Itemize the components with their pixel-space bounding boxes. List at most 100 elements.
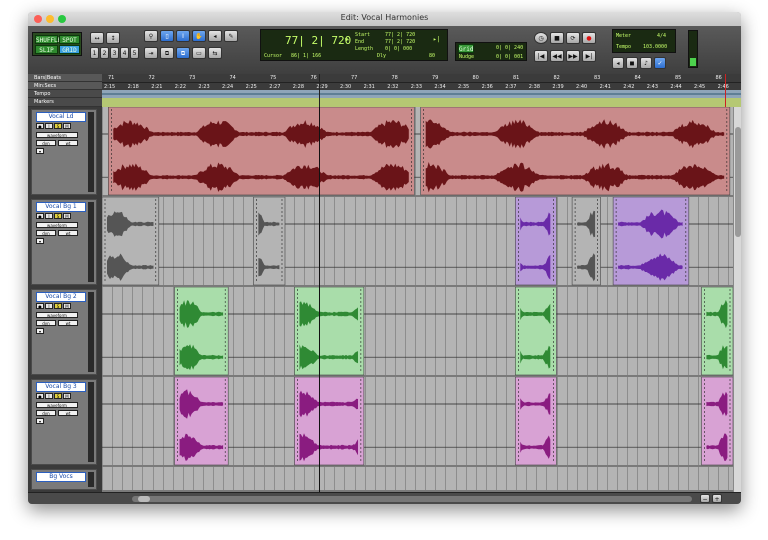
playlist-selector[interactable]: ▾ xyxy=(36,238,44,244)
track-name[interactable]: Vocal Ld xyxy=(36,112,86,122)
pencil-tool-button[interactable]: ✎ xyxy=(224,30,238,42)
view-selector[interactable]: waveform xyxy=(36,312,78,318)
spot-mode-button[interactable]: SPOT xyxy=(59,35,80,44)
automation-mode-selector[interactable]: wt xyxy=(58,320,78,326)
grid-value[interactable]: 0| 0| 240 xyxy=(496,45,523,51)
input-monitor-button[interactable]: I xyxy=(45,213,53,219)
countoff-button[interactable]: ◂ xyxy=(612,57,624,69)
track-lane[interactable] xyxy=(102,467,733,492)
automation-mode-selector[interactable]: wt xyxy=(58,140,78,146)
input-monitor-button[interactable]: I xyxy=(45,393,53,399)
bars-beats-ruler[interactable]: 71 72 73 74 75 76 77 78 79 80 81 82 83 84 85 86 xyxy=(102,74,741,82)
playlist-selector[interactable]: ▾ xyxy=(36,148,44,154)
start-value[interactable]: 77| 2| 720 xyxy=(385,32,415,38)
bars-beats-ruler-label[interactable]: Bars|Beats xyxy=(28,74,102,82)
track-lane[interactable] xyxy=(102,377,733,467)
view-selector[interactable]: waveform xyxy=(36,132,78,138)
conductor-button[interactable]: ♪ xyxy=(640,57,652,69)
pre-post-roll-icon[interactable]: ▸| xyxy=(433,36,440,43)
tempo-value[interactable]: 103.0000 xyxy=(643,44,667,50)
vertical-scroll-thumb[interactable] xyxy=(735,127,741,237)
track-lane[interactable] xyxy=(102,107,733,197)
solo-button[interactable]: S xyxy=(54,393,62,399)
zoom-in-horizontal-button[interactable]: + xyxy=(712,494,722,503)
record-enable-button[interactable]: ● xyxy=(36,393,44,399)
fast-forward-button[interactable]: ▶▶ xyxy=(566,50,580,62)
zoom-preset-3[interactable]: 3 xyxy=(110,47,119,59)
track-header[interactable]: Bg Vocs xyxy=(31,469,97,490)
automation-mode-selector[interactable]: wt xyxy=(58,410,78,416)
zoom-out-button[interactable]: ↕ xyxy=(106,32,120,44)
record-enable-button[interactable]: ● xyxy=(36,213,44,219)
track-lane[interactable] xyxy=(102,197,733,287)
input-monitor-button[interactable]: I xyxy=(45,123,53,129)
zoom-in-button[interactable]: ↔ xyxy=(90,32,104,44)
playlist-selector[interactable]: ▾ xyxy=(36,418,44,424)
zoom-preset-5[interactable]: 5 xyxy=(130,47,139,59)
record-button[interactable]: ● xyxy=(582,32,596,44)
solo-button[interactable]: S xyxy=(54,213,62,219)
metronome-button[interactable]: ✓ xyxy=(654,57,666,69)
track-lane[interactable] xyxy=(102,287,733,377)
track-name[interactable]: Bg Vocs xyxy=(36,472,86,482)
link-timeline-button[interactable]: ⧉ xyxy=(160,47,174,59)
zoom-preset-4[interactable]: 4 xyxy=(120,47,129,59)
timebase-selector[interactable]: dyn xyxy=(36,320,56,326)
track-name[interactable]: Vocal Bg 1 xyxy=(36,202,86,212)
mute-button[interactable]: M xyxy=(63,393,71,399)
dly-value[interactable]: 80 xyxy=(429,53,435,59)
audio-clip[interactable] xyxy=(701,377,733,466)
record-enable-button[interactable]: ● xyxy=(36,303,44,309)
rewind-button[interactable]: ◀◀ xyxy=(550,50,564,62)
stop-button[interactable]: ■ xyxy=(550,32,564,44)
length-value[interactable]: 0| 0| 000 xyxy=(385,46,412,52)
rewind-to-start-button[interactable]: |◀ xyxy=(534,50,548,62)
track-name[interactable]: Vocal Bg 2 xyxy=(36,292,86,302)
zoomer-tool-button[interactable]: ⚲ xyxy=(144,30,158,42)
grabber-tool-button[interactable]: ✋ xyxy=(192,30,206,42)
timebase-selector[interactable]: dyn xyxy=(36,140,56,146)
end-value[interactable]: 77| 2| 720 xyxy=(385,39,415,45)
vertical-scrollbar[interactable] xyxy=(733,107,741,492)
link-track-button[interactable]: ⧉ xyxy=(176,47,190,59)
input-monitor-button[interactable]: I xyxy=(45,303,53,309)
timebase-selector[interactable]: dyn xyxy=(36,230,56,236)
zoom-preset-1[interactable]: 1 xyxy=(90,47,99,59)
audio-clip[interactable] xyxy=(108,107,415,196)
main-counter[interactable]: 77| 2| 720 xyxy=(285,34,351,47)
solo-button[interactable]: S xyxy=(54,123,62,129)
automation-mode-selector[interactable]: wt xyxy=(58,230,78,236)
horizontal-scrollbar[interactable] xyxy=(132,496,692,502)
shuffle-mode-button[interactable]: SHUFFLE xyxy=(35,35,61,44)
online-button[interactable]: ◷ xyxy=(534,32,548,44)
loop-button[interactable]: ⟳ xyxy=(566,32,580,44)
slip-mode-button[interactable]: SLIP xyxy=(35,45,58,54)
mirror-midi-button[interactable]: ⇆ xyxy=(208,47,222,59)
midi-merge-button[interactable]: ◼ xyxy=(626,57,638,69)
track-header[interactable]: Vocal Bg 2 ● I S Mwaveform dyn wt ▾ xyxy=(31,289,97,375)
meter-value[interactable]: 4/4 xyxy=(657,33,666,39)
audio-clip[interactable] xyxy=(253,197,286,286)
markers-ruler[interactable] xyxy=(102,98,741,107)
track-header[interactable]: Vocal Bg 3 ● I S Mwaveform dyn wt ▾ xyxy=(31,379,97,465)
record-enable-button[interactable]: ● xyxy=(36,123,44,129)
grid-mode-button[interactable]: GRID xyxy=(59,45,80,54)
view-selector[interactable]: waveform xyxy=(36,222,78,228)
track-name[interactable]: Vocal Bg 3 xyxy=(36,382,86,392)
go-to-end-button[interactable]: ▶| xyxy=(582,50,596,62)
track-header[interactable]: Vocal Ld ● I S Mwaveform dyn wt ▾ xyxy=(31,109,97,195)
tab-to-transient-button[interactable]: ⇥ xyxy=(144,47,158,59)
mute-button[interactable]: M xyxy=(63,303,71,309)
audio-clip[interactable] xyxy=(701,287,733,376)
grid-label[interactable]: Grid xyxy=(458,44,474,53)
trim-tool-button[interactable]: ▯ xyxy=(160,30,174,42)
zoom-preset-2[interactable]: 2 xyxy=(100,47,109,59)
mute-button[interactable]: M xyxy=(63,213,71,219)
nudge-value[interactable]: 0| 0| 001 xyxy=(496,54,523,60)
insertion-follows-button[interactable]: ▭ xyxy=(192,47,206,59)
scrubber-tool-button[interactable]: ◂ xyxy=(208,30,222,42)
tempo-ruler-label[interactable]: Tempo xyxy=(28,90,102,98)
track-header[interactable]: Vocal Bg 1 ● I S Mwaveform dyn wt ▾ xyxy=(31,199,97,285)
playlist-selector[interactable]: ▾ xyxy=(36,328,44,334)
zoom-out-horizontal-button[interactable]: − xyxy=(700,494,710,503)
